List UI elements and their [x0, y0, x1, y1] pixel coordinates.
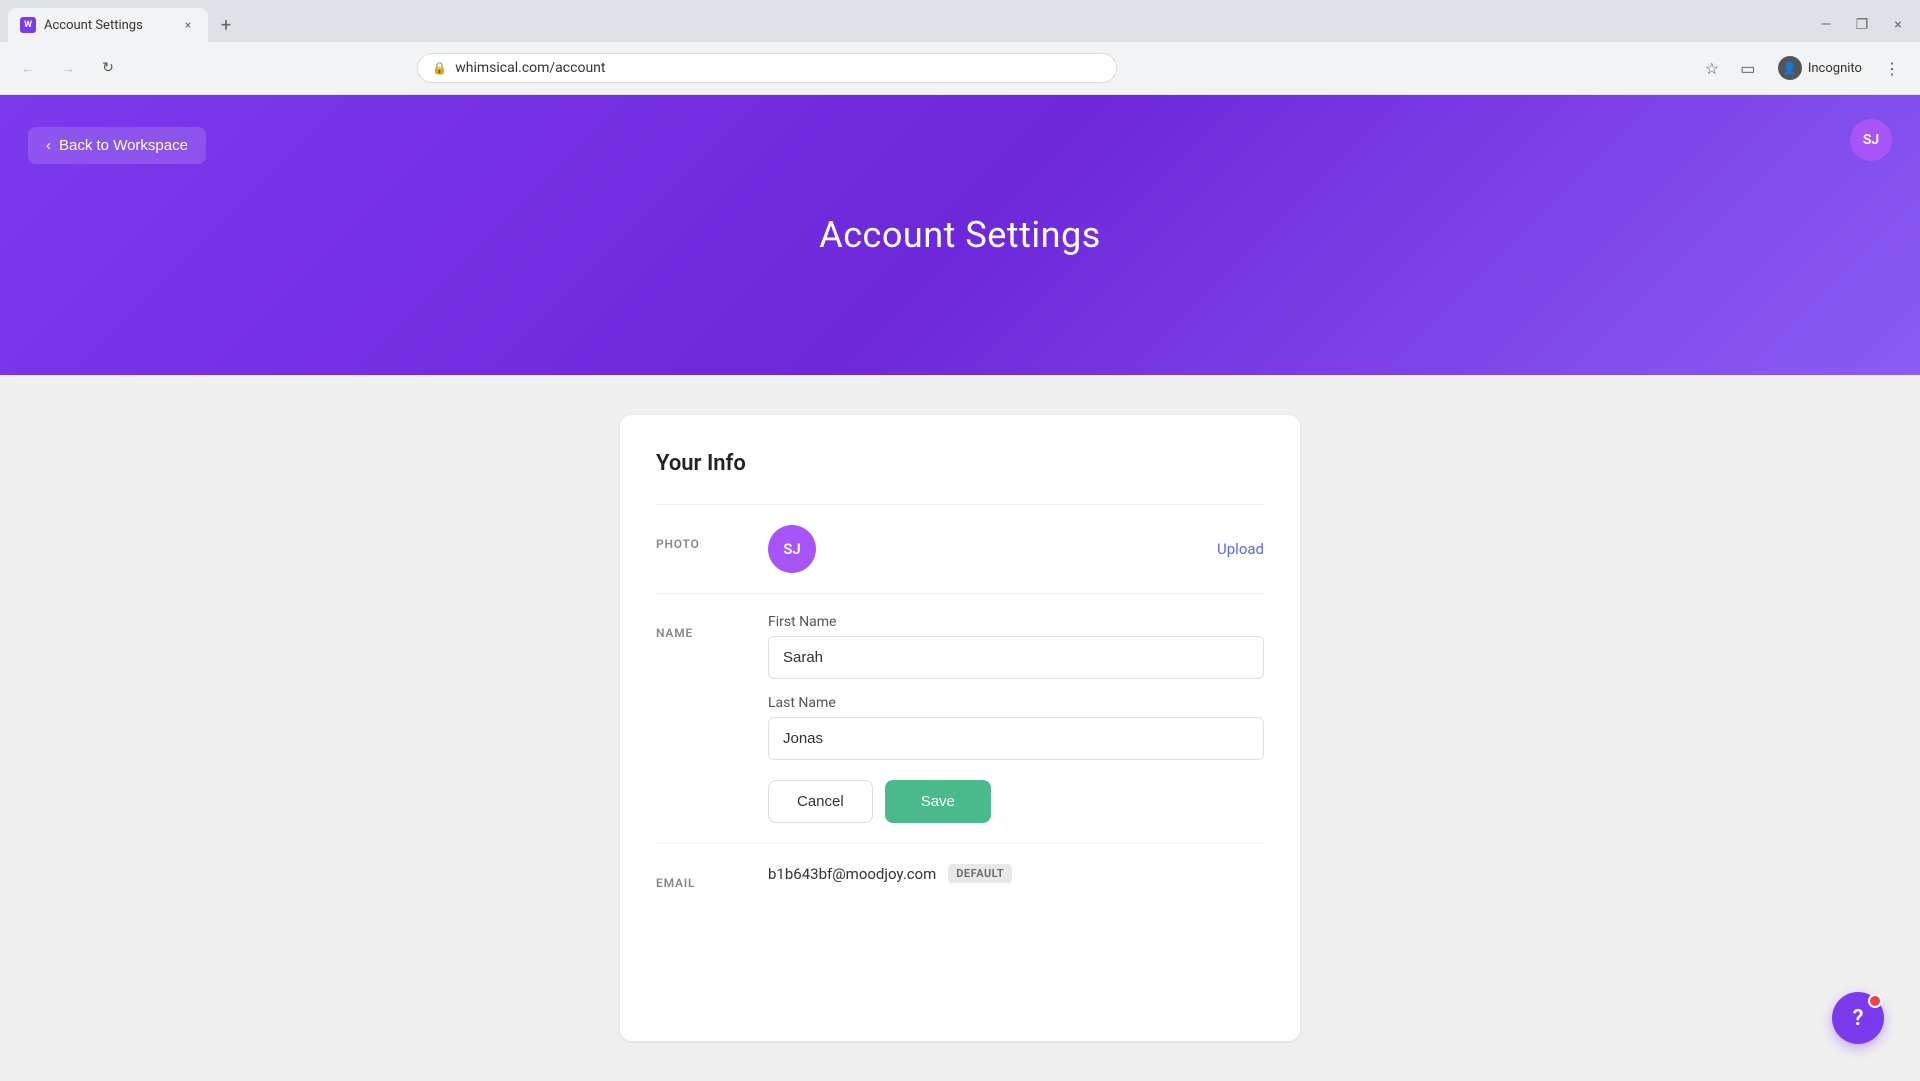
- photo-label: PHOTO: [656, 525, 736, 551]
- lock-icon: 🔒: [432, 61, 447, 75]
- close-window-button[interactable]: ×: [1884, 11, 1912, 39]
- last-name-label: Last Name: [768, 695, 1264, 711]
- default-badge: DEFAULT: [948, 864, 1012, 883]
- last-name-input[interactable]: [768, 717, 1264, 760]
- name-label: NAME: [656, 614, 736, 640]
- email-row: EMAIL b1b643bf@moodjoy.com DEFAULT: [656, 843, 1264, 910]
- photo-row: PHOTO SJ Upload: [656, 504, 1264, 593]
- page: ‹ Back to Workspace Account Settings SJ …: [0, 95, 1920, 1081]
- email-value: b1b643bf@moodjoy.com: [768, 865, 936, 883]
- section-title: Your Info: [656, 451, 1264, 476]
- cancel-button[interactable]: Cancel: [768, 780, 873, 823]
- browser-chrome: W Account Settings × + — ❐ × ← → ↻ 🔒 whi…: [0, 0, 1920, 95]
- bookmark-button[interactable]: ☆: [1696, 52, 1728, 84]
- profile-button[interactable]: 👤 Incognito: [1768, 52, 1872, 84]
- back-button-label: Back to Workspace: [59, 137, 188, 154]
- first-name-label: First Name: [768, 614, 1264, 630]
- email-content: b1b643bf@moodjoy.com DEFAULT: [768, 864, 1264, 883]
- name-action-buttons: Cancel Save: [768, 780, 1264, 823]
- tab-close-button[interactable]: ×: [180, 17, 196, 33]
- sidebar-button[interactable]: ▭: [1732, 52, 1764, 84]
- back-nav-button[interactable]: ←: [12, 52, 44, 84]
- main-content: Your Info PHOTO SJ Upload NAME First Nam…: [0, 375, 1920, 1081]
- window-controls: — ❐ ×: [1812, 11, 1912, 39]
- incognito-icon: 👤: [1778, 56, 1802, 80]
- first-name-group: First Name: [768, 614, 1264, 679]
- email-display: b1b643bf@moodjoy.com DEFAULT: [768, 864, 1264, 883]
- page-header: ‹ Back to Workspace Account Settings SJ: [0, 95, 1920, 375]
- settings-card: Your Info PHOTO SJ Upload NAME First Nam…: [620, 415, 1300, 1041]
- nav-bar: ← → ↻ 🔒 whimsical.com/account ☆ ▭ 👤 Inco…: [0, 42, 1920, 94]
- new-tab-button[interactable]: +: [212, 11, 240, 39]
- tab-favicon: W: [20, 17, 36, 33]
- first-name-input[interactable]: [768, 636, 1264, 679]
- maximize-button[interactable]: ❐: [1848, 11, 1876, 39]
- minimize-button[interactable]: —: [1812, 11, 1840, 39]
- save-button[interactable]: Save: [885, 780, 991, 823]
- reload-button[interactable]: ↻: [92, 52, 124, 84]
- tab-title: Account Settings: [44, 18, 172, 33]
- address-text: whimsical.com/account: [455, 60, 605, 76]
- incognito-label: Incognito: [1808, 61, 1862, 76]
- back-to-workspace-button[interactable]: ‹ Back to Workspace: [28, 127, 206, 164]
- active-tab[interactable]: W Account Settings ×: [8, 8, 208, 42]
- email-label: EMAIL: [656, 864, 736, 890]
- nav-actions: ☆ ▭ 👤 Incognito ⋮: [1696, 52, 1908, 84]
- tab-bar: W Account Settings × + — ❐ ×: [0, 0, 1920, 42]
- forward-nav-button[interactable]: →: [52, 52, 84, 84]
- photo-content: SJ Upload: [768, 525, 1264, 573]
- upload-button[interactable]: Upload: [1217, 540, 1264, 558]
- menu-button[interactable]: ⋮: [1876, 52, 1908, 84]
- back-arrow-icon: ‹: [46, 137, 51, 154]
- address-bar[interactable]: 🔒 whimsical.com/account: [417, 53, 1117, 83]
- page-title: Account Settings: [819, 214, 1101, 256]
- name-row: NAME First Name Last Name Cancel Save: [656, 593, 1264, 843]
- help-button[interactable]: ?: [1832, 992, 1884, 1044]
- last-name-group: Last Name: [768, 695, 1264, 760]
- user-avatar: SJ: [768, 525, 816, 573]
- name-content: First Name Last Name Cancel Save: [768, 614, 1264, 823]
- user-avatar-header[interactable]: SJ: [1850, 119, 1892, 161]
